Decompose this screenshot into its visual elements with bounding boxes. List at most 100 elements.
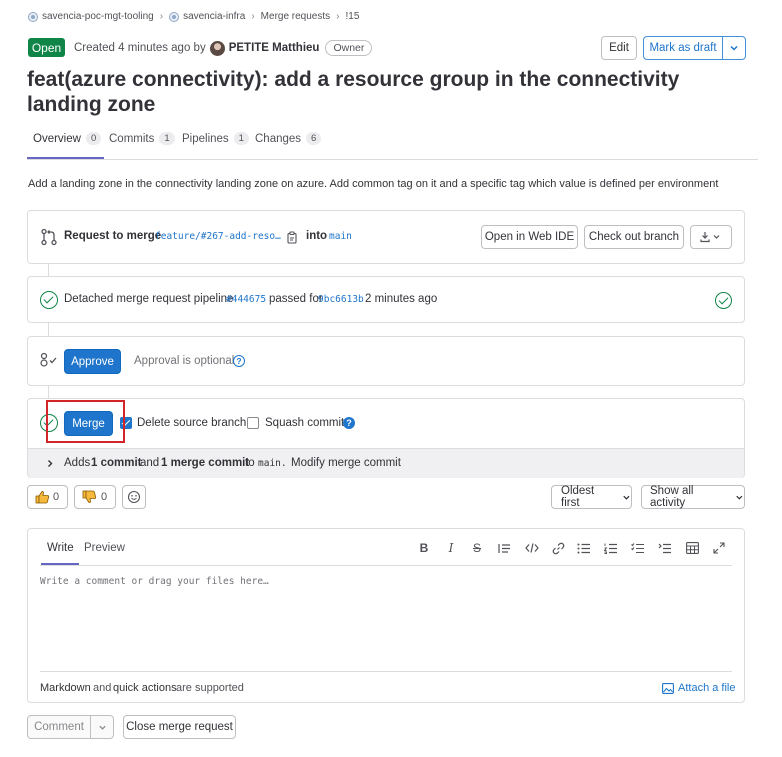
copy-icon[interactable] [286,231,298,244]
image-icon [662,682,674,694]
breadcrumb-item-project[interactable]: savencia-infra [169,11,245,22]
editor-divider [40,671,732,672]
tab-overview[interactable]: Overview 0 [33,132,102,145]
pipeline-text: Detached merge request pipeline [64,293,234,305]
footer-merge-commit-count: 1 merge commit [161,457,250,469]
thumbs-up-reaction[interactable]: 0 [27,485,68,509]
bullet-list-icon[interactable] [576,540,592,556]
breadcrumb-item-mr-id[interactable]: !15 [346,11,360,22]
tab-preview[interactable]: Preview [84,542,125,554]
chevron-down-icon [623,495,630,500]
numbered-list-icon[interactable] [603,540,619,556]
pipeline-id-link[interactable]: #444675 [226,294,266,305]
merge-details-footer: Adds 1 commit and 1 merge commit to main… [28,448,744,478]
footer-to-text: to [245,457,255,469]
help-icon[interactable]: ? [233,355,245,367]
chevron-down-icon [98,725,106,730]
avatar[interactable] [209,40,225,56]
sort-dropdown[interactable]: Oldest first [551,485,632,509]
mr-meta: Created 4 minutes ago by PETITE Matthieu… [74,40,373,56]
tab-count: 1 [233,132,249,145]
target-branch[interactable]: main [329,231,352,242]
more-actions-dropdown[interactable] [722,36,746,60]
tab-changes[interactable]: Changes 6 [255,132,322,145]
created-text: Created 4 minutes ago by [74,42,206,54]
strikethrough-icon[interactable]: S [469,540,485,556]
page-title: feat(azure connectivity): add a resource… [27,68,680,116]
mr-tabs: Overview 0 Commits 1 Pipelines 1 Changes 6 [27,124,758,160]
active-tab-indicator [27,157,104,159]
thumbs-up-count: 0 [53,491,60,503]
comment-form: Write Preview B I S Write a comment or d… [27,528,745,703]
delete-source-branch-label[interactable]: Delete source branch [137,417,246,429]
supported-text: are supported [176,682,244,694]
comment-type-dropdown[interactable] [90,715,114,739]
breadcrumb-separator: › [336,11,340,22]
role-badge: Owner [325,40,373,56]
activity-filter-dropdown[interactable]: Show all activity [641,485,745,509]
tab-write[interactable]: Write [47,542,74,554]
tab-count: 1 [159,132,175,145]
tab-count: 0 [85,132,102,145]
and-text: and [93,682,112,694]
markdown-link[interactable]: Markdown [40,682,91,694]
footer-target-branch: main. [258,458,287,469]
breadcrumb-separator: › [251,11,255,22]
widget-connector [48,323,49,336]
pipeline-status-icon[interactable] [40,291,58,309]
squash-commits-label[interactable]: Squash commits [265,417,350,429]
link-icon[interactable] [550,540,566,556]
tab-pipelines[interactable]: Pipelines 1 [182,132,249,145]
attach-file-button[interactable]: Attach a file [662,682,735,694]
thumbs-down-reaction[interactable]: 0 [74,485,116,509]
help-icon[interactable]: ? [343,417,355,429]
mark-as-draft-button[interactable]: Mark as draft [643,36,723,60]
breadcrumb-item-group[interactable]: savencia-poc-mgt-tooling [28,11,154,22]
check-out-branch-button[interactable]: Check out branch [584,225,684,249]
chevron-right-icon[interactable] [46,459,54,468]
merge-panel: Merge Delete source branch Squash commit… [27,398,745,478]
squash-commits-checkbox[interactable] [247,417,259,429]
quick-actions-link[interactable]: quick actions [113,682,177,694]
quote-icon[interactable] [496,540,512,556]
pipeline-stage-passed-icon[interactable] [715,292,732,309]
approval-optional-text: Approval is optional [134,355,235,367]
table-icon[interactable] [684,540,700,556]
commit-sha-link[interactable]: 9bc6613b [318,294,364,305]
project-icon [169,11,180,22]
task-list-icon[interactable] [630,540,646,556]
download-dropdown[interactable] [690,225,732,249]
breadcrumb-separator: › [159,11,164,22]
breadcrumb-item-merge-requests[interactable]: Merge requests [261,11,330,22]
approve-button[interactable]: Approve [64,349,121,374]
widget-connector [48,386,49,398]
bold-icon[interactable]: B [416,540,432,556]
widget-connector [48,264,49,276]
request-to-merge-panel: Request to merge feature/#267-add-reso… … [27,210,745,264]
thumbs-down-count: 0 [101,491,108,503]
footer-commit-count: 1 commit [91,457,142,469]
chevron-down-icon [730,45,738,51]
open-in-web-ide-button[interactable]: Open in Web IDE [481,225,578,249]
pipeline-panel: Detached merge request pipeline #444675 … [27,276,745,323]
status-badge: Open [28,38,65,57]
tab-commits[interactable]: Commits 1 [109,132,175,145]
close-merge-request-button[interactable]: Close merge request [123,715,236,739]
into-label: into [306,230,328,242]
footer-and-text: and [140,457,160,469]
collapsible-section-icon[interactable] [657,540,673,556]
modify-merge-commit-link[interactable]: Modify merge commit [291,457,401,469]
pipeline-passed-text: passed for [269,293,323,305]
author-name[interactable]: PETITE Matthieu [229,42,320,54]
source-branch[interactable]: feature/#267-add-reso… [155,231,281,242]
code-icon[interactable] [524,540,540,556]
add-reaction-button[interactable] [122,485,146,509]
edit-button[interactable]: Edit [601,36,637,60]
request-label: Request to merge [64,230,162,242]
comment-textarea[interactable]: Write a comment or drag your files here… [40,576,269,587]
italic-icon[interactable]: I [443,540,459,556]
comment-submit-button[interactable]: Comment [27,715,91,739]
pipeline-time: 2 minutes ago [365,293,438,305]
thumbs-down-icon [82,490,97,503]
fullscreen-icon[interactable] [711,540,727,556]
